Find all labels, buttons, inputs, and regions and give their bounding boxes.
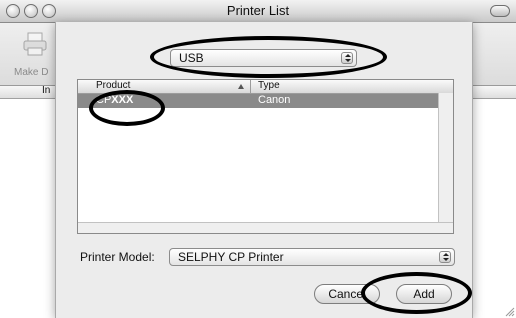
make-default-label[interactable]: Make D — [14, 67, 48, 78]
horizontal-scrollbar[interactable] — [78, 222, 453, 233]
highlight-ring-product — [89, 90, 165, 126]
column-header-type[interactable]: Type — [258, 80, 280, 91]
printer-model-popup[interactable]: SELPHY CP Printer — [169, 248, 455, 266]
column-divider — [250, 80, 251, 93]
window-title: Printer List — [226, 3, 290, 18]
resize-grip-icon[interactable] — [503, 305, 515, 317]
printer-model-label: Printer Model: — [80, 250, 155, 264]
highlight-ring-usb — [150, 36, 387, 78]
column-header-in[interactable]: In — [42, 85, 50, 96]
highlight-ring-add — [361, 272, 472, 314]
toolbar-toggle-button[interactable] — [490, 5, 510, 17]
printer-model-value: SELPHY CP Printer — [178, 250, 284, 264]
type-cell: Canon — [258, 94, 291, 106]
title-bar: Printer List — [0, 0, 516, 23]
popup-arrows-icon — [439, 251, 451, 263]
printer-icon — [23, 32, 47, 56]
sort-ascending-icon — [238, 84, 244, 89]
add-printer-sheet: USB Product Type CPXXX Canon Printer Mod… — [55, 22, 473, 318]
vertical-scrollbar[interactable] — [438, 93, 453, 233]
printer-list-window: Printer List Make D In USB Product Type … — [0, 0, 516, 318]
